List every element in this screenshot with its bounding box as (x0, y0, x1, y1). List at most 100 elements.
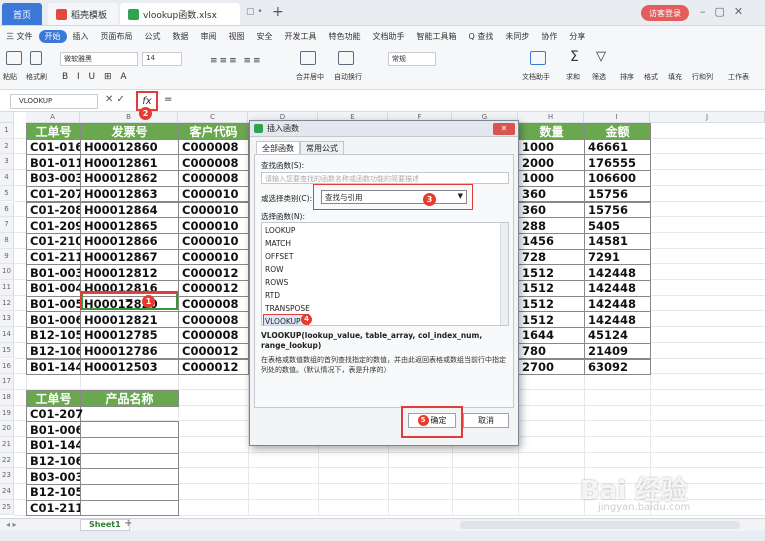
table-cell[interactable]: 1512 (518, 295, 585, 313)
table-cell[interactable]: 1512 (518, 311, 585, 329)
column-header[interactable]: I (584, 112, 650, 123)
row-header[interactable]: 7 (0, 217, 14, 233)
table-cell[interactable]: H00012821 (80, 311, 179, 329)
table-cell[interactable]: C000012 (178, 342, 249, 360)
lookup-key-cell[interactable]: B01-006 (26, 421, 84, 438)
font-size-select[interactable]: 14 (142, 52, 182, 66)
horizontal-scrollbar[interactable] (460, 521, 740, 529)
row-header[interactable]: 9 (0, 248, 14, 265)
table-cell[interactable]: H00012864 (80, 201, 179, 219)
table-cell[interactable]: C01-207 (26, 185, 83, 203)
table-cell[interactable]: 142448 (584, 295, 651, 313)
fill-label[interactable]: 填充 (668, 72, 682, 82)
table-cell[interactable]: H00012865 (80, 217, 179, 234)
sheet-tab-sheet1[interactable]: Sheet1 (80, 519, 130, 531)
row-header[interactable]: 10 (0, 264, 14, 280)
row-header[interactable]: 23 (0, 468, 14, 485)
table-cell[interactable]: 142448 (584, 311, 651, 329)
menu-item-6[interactable]: 审阅 (195, 31, 223, 42)
align-icons[interactable]: ≡≡≡ ≡≡ (210, 56, 263, 66)
tab-all-functions[interactable]: 全部函数 (256, 141, 300, 154)
column-header[interactable]: J (650, 112, 765, 123)
format-label[interactable]: 格式 (644, 72, 658, 82)
table-cell[interactable]: B01-011 (26, 154, 84, 172)
table-header-cell[interactable]: 数量 (518, 123, 585, 140)
table-cell[interactable]: H00012785 (80, 327, 179, 344)
table-cell[interactable]: C000012 (178, 280, 249, 297)
row-header[interactable]: 3 (0, 154, 14, 171)
row-header[interactable]: 17 (0, 374, 14, 390)
table-cell[interactable]: B12-106 (26, 342, 84, 360)
table-cell[interactable]: 1644 (518, 327, 585, 344)
table-cell[interactable]: C000010 (178, 217, 249, 234)
table-header-cell[interactable]: 发票号 (80, 123, 179, 140)
row-header[interactable]: 12 (0, 295, 14, 312)
table-cell[interactable]: B01-005 (26, 295, 84, 313)
table-cell[interactable]: 63092 (584, 358, 651, 376)
sum-icon[interactable]: Σ (570, 49, 579, 65)
table-cell[interactable]: 14581 (584, 232, 651, 250)
table-cell[interactable]: 1000 (518, 170, 585, 187)
column-header[interactable]: H (518, 112, 584, 123)
table-cell[interactable]: C01-016 (26, 138, 83, 156)
row-header[interactable]: 20 (0, 421, 14, 437)
table-header-cell[interactable]: 金额 (584, 123, 651, 140)
table-cell[interactable]: C000008 (178, 154, 249, 172)
row-header[interactable]: 18 (0, 389, 14, 406)
table-cell[interactable]: H00012866 (80, 232, 179, 250)
login-button[interactable]: 访客登录 (641, 5, 689, 21)
menu-item-4[interactable]: 公式 (139, 31, 167, 42)
lookup-header-cell[interactable]: 产品名称 (80, 389, 179, 407)
table-cell[interactable]: 1456 (518, 232, 585, 250)
menu-item-10[interactable]: 特色功能 (323, 31, 367, 42)
menu-item-14[interactable]: 未同步 (499, 31, 535, 42)
table-cell[interactable]: H00012863 (80, 185, 179, 203)
function-list-item[interactable]: ROW (265, 265, 284, 274)
table-cell[interactable]: C000008 (178, 311, 249, 329)
table-cell[interactable]: 1512 (518, 264, 585, 281)
table-cell[interactable]: C01-211 (26, 248, 83, 266)
row-header[interactable]: 21 (0, 437, 14, 453)
lookup-result-cell[interactable] (80, 484, 179, 501)
name-box[interactable]: VLOOKUP (10, 94, 98, 109)
row-header[interactable]: 16 (0, 358, 14, 375)
menu-item-9[interactable]: 开发工具 (279, 31, 323, 42)
table-cell[interactable]: B01-004 (26, 280, 84, 297)
menu-item-8[interactable]: 安全 (251, 31, 279, 42)
wrap-icon[interactable] (338, 51, 354, 65)
table-cell[interactable]: C000008 (178, 295, 249, 313)
lookup-result-cell[interactable] (80, 499, 179, 517)
table-cell[interactable]: 728 (518, 248, 585, 266)
sort-label[interactable]: 排序 (620, 72, 634, 82)
table-cell[interactable]: H00012862 (80, 170, 179, 187)
table-cell[interactable]: B01-003 (26, 264, 84, 281)
row-header[interactable]: 24 (0, 484, 14, 500)
row-header[interactable]: 2 (0, 138, 14, 155)
lookup-result-cell[interactable] (80, 452, 179, 470)
table-cell[interactable]: 45124 (584, 327, 651, 344)
tab-options-icon[interactable]: ▢ • (246, 7, 263, 17)
row-header[interactable]: 25 (0, 499, 14, 516)
function-list-item[interactable]: LOOKUP (265, 226, 295, 235)
sheet-nav-arrows[interactable]: ◂ ▸ (6, 520, 17, 529)
paste-icon[interactable] (6, 51, 22, 65)
function-list-item[interactable]: OFFSET (265, 252, 293, 261)
column-header[interactable]: A (26, 112, 80, 123)
doc-helper-icon[interactable] (530, 51, 546, 65)
function-search-input[interactable]: 请输入您要查找的函数名称或函数功能的简要描述 (261, 172, 509, 184)
menu-item-3[interactable]: 页面布局 (95, 31, 139, 42)
rowcol-label[interactable]: 行和列 (692, 72, 713, 82)
table-cell[interactable]: 142448 (584, 280, 651, 297)
lookup-result-cell[interactable] (80, 421, 179, 438)
function-list-item[interactable]: MATCH (265, 239, 291, 248)
function-list[interactable]: LOOKUP MATCH OFFSET ROW ROWS RTD TRANSPOSE VLOO… (261, 222, 509, 326)
table-cell[interactable]: 176555 (584, 154, 651, 172)
table-cell[interactable]: H00012860 (80, 138, 179, 156)
menu-item-0[interactable]: 三 文件 (0, 31, 39, 42)
active-cell-value[interactable]: = (80, 292, 178, 309)
function-list-item[interactable]: TRANSPOSE (265, 304, 310, 313)
function-list-item[interactable]: ROWS (265, 278, 288, 287)
lookup-result-cell[interactable] (80, 437, 179, 454)
lookup-result-cell[interactable] (80, 468, 179, 486)
table-cell[interactable]: H00012812 (80, 264, 179, 281)
